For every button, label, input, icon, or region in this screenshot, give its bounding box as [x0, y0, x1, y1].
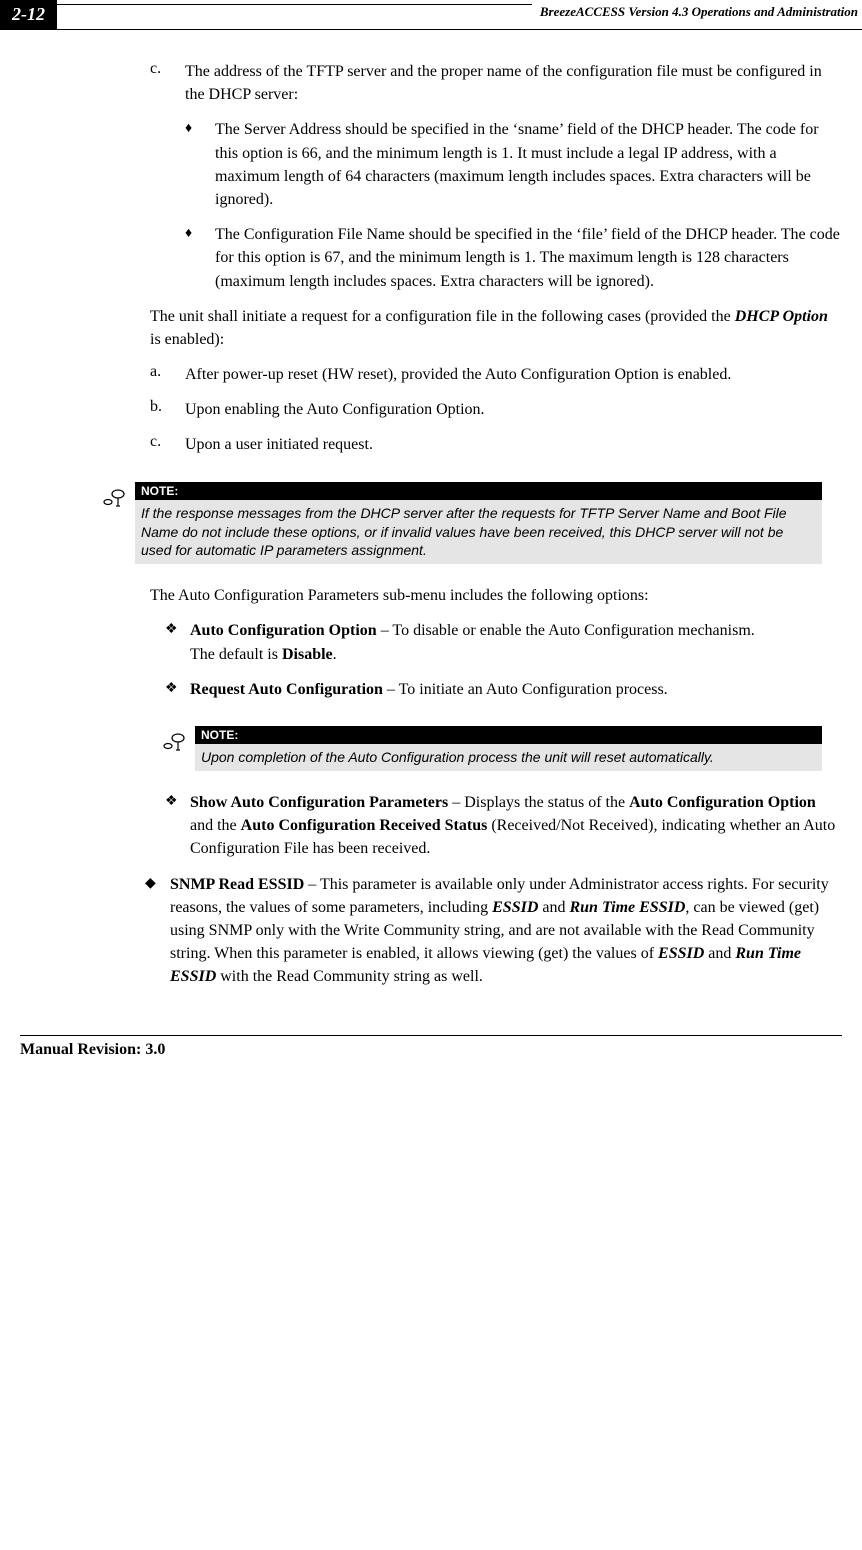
text-fragment: with the Read Community string as well.: [216, 968, 483, 985]
fleuron-icon: ❖: [165, 678, 190, 701]
header-rule: [57, 4, 532, 29]
text-fragment: is enabled):: [150, 331, 224, 348]
ordered-item-c: c. The address of the TFTP server and th…: [150, 60, 842, 106]
text-fragment: .: [333, 646, 337, 663]
text-fragment: – Displays the status of the: [448, 794, 629, 811]
ordered-item-a: a. After power-up reset (HW reset), prov…: [150, 363, 842, 386]
text-fragment: – To disable or enable the Auto Configur…: [377, 622, 755, 639]
option-title: Auto Configuration Option: [190, 622, 377, 639]
text-fragment: The unit shall initiate a request for a …: [150, 308, 735, 325]
fleuron-icon: ❖: [165, 791, 190, 861]
body-paragraph: The Auto Configuration Parameters sub-me…: [150, 584, 842, 607]
text-emphasis: Disable: [282, 646, 333, 663]
option-item: ❖ Auto Configuration Option – To disable…: [165, 619, 842, 665]
text-emphasis: ESSID: [658, 945, 704, 962]
note-label: NOTE:: [195, 726, 822, 744]
footer-text: Manual Revision: 3.0: [20, 1041, 862, 1059]
text-emphasis: Run Time ESSID: [569, 899, 685, 916]
option-item: ❖ Request Auto Configuration – To initia…: [165, 678, 842, 701]
sub-bullet-item: ♦︎ The Configuration File Name should be…: [185, 223, 842, 293]
list-text: Upon a user initiated request.: [185, 433, 373, 456]
bullet-text: SNMP Read ESSID – This parameter is avai…: [170, 873, 842, 989]
note-text: Upon completion of the Auto Configuratio…: [195, 744, 822, 771]
option-text: Show Auto Configuration Parameters – Dis…: [190, 791, 842, 861]
text-fragment: – To initiate an Auto Configuration proc…: [383, 681, 668, 698]
list-marker: c.: [150, 60, 185, 106]
header-title: BreezeACCESS Version 4.3 Operations and …: [532, 0, 862, 29]
option-title: Request Auto Configuration: [190, 681, 383, 698]
text-fragment: and: [704, 945, 735, 962]
list-marker: c.: [150, 433, 185, 456]
list-marker: a.: [150, 363, 185, 386]
text-emphasis: ESSID: [492, 899, 538, 916]
footer-rule: [20, 1035, 842, 1036]
fleuron-icon: ❖: [165, 619, 190, 665]
text-fragment: The default is: [190, 646, 282, 663]
diamond-icon: ◆: [145, 873, 170, 989]
sub-bullet-item: ♦︎ The Server Address should be specifie…: [185, 118, 842, 211]
list-text: After power-up reset (HW reset), provide…: [185, 363, 731, 386]
note-body: NOTE: If the response messages from the …: [135, 482, 822, 565]
page-content: c. The address of the TFTP server and th…: [0, 30, 862, 1010]
text-fragment: and: [538, 899, 569, 916]
bullet-icon: ♦︎: [185, 223, 215, 293]
text-emphasis: DHCP Option: [735, 308, 828, 325]
text-fragment: and the: [190, 817, 241, 834]
text-emphasis: Auto Configuration Received Status: [241, 817, 488, 834]
list-text: Upon enabling the Auto Configuration Opt…: [185, 398, 485, 421]
body-paragraph: The unit shall initiate a request for a …: [150, 305, 842, 351]
ordered-item-c2: c. Upon a user initiated request.: [150, 433, 842, 456]
main-bullet-item: ◆ SNMP Read ESSID – This parameter is av…: [145, 873, 842, 989]
option-text: Auto Configuration Option – To disable o…: [190, 619, 755, 665]
note-callout: NOTE: If the response messages from the …: [100, 482, 822, 565]
note-icon: [160, 726, 195, 761]
page-header: 2-12 BreezeACCESS Version 4.3 Operations…: [0, 0, 862, 30]
note-label: NOTE:: [135, 482, 822, 500]
bullet-icon: ♦︎: [185, 118, 215, 211]
list-text: The address of the TFTP server and the p…: [185, 60, 842, 106]
note-text: If the response messages from the DHCP s…: [135, 500, 822, 565]
ordered-item-b: b. Upon enabling the Auto Configuration …: [150, 398, 842, 421]
note-body: NOTE: Upon completion of the Auto Config…: [195, 726, 822, 771]
text-emphasis: Auto Configuration Option: [629, 794, 816, 811]
option-text: Request Auto Configuration – To initiate…: [190, 678, 668, 701]
bullet-text: The Server Address should be specified i…: [215, 118, 842, 211]
option-item: ❖ Show Auto Configuration Parameters – D…: [165, 791, 842, 861]
option-title: Show Auto Configuration Parameters: [190, 794, 448, 811]
note-callout: NOTE: Upon completion of the Auto Config…: [160, 726, 822, 771]
note-icon: [100, 482, 135, 517]
bullet-text: The Configuration File Name should be sp…: [215, 223, 842, 293]
list-marker: b.: [150, 398, 185, 421]
page-number: 2-12: [0, 0, 57, 29]
option-title: SNMP Read ESSID: [170, 876, 304, 893]
